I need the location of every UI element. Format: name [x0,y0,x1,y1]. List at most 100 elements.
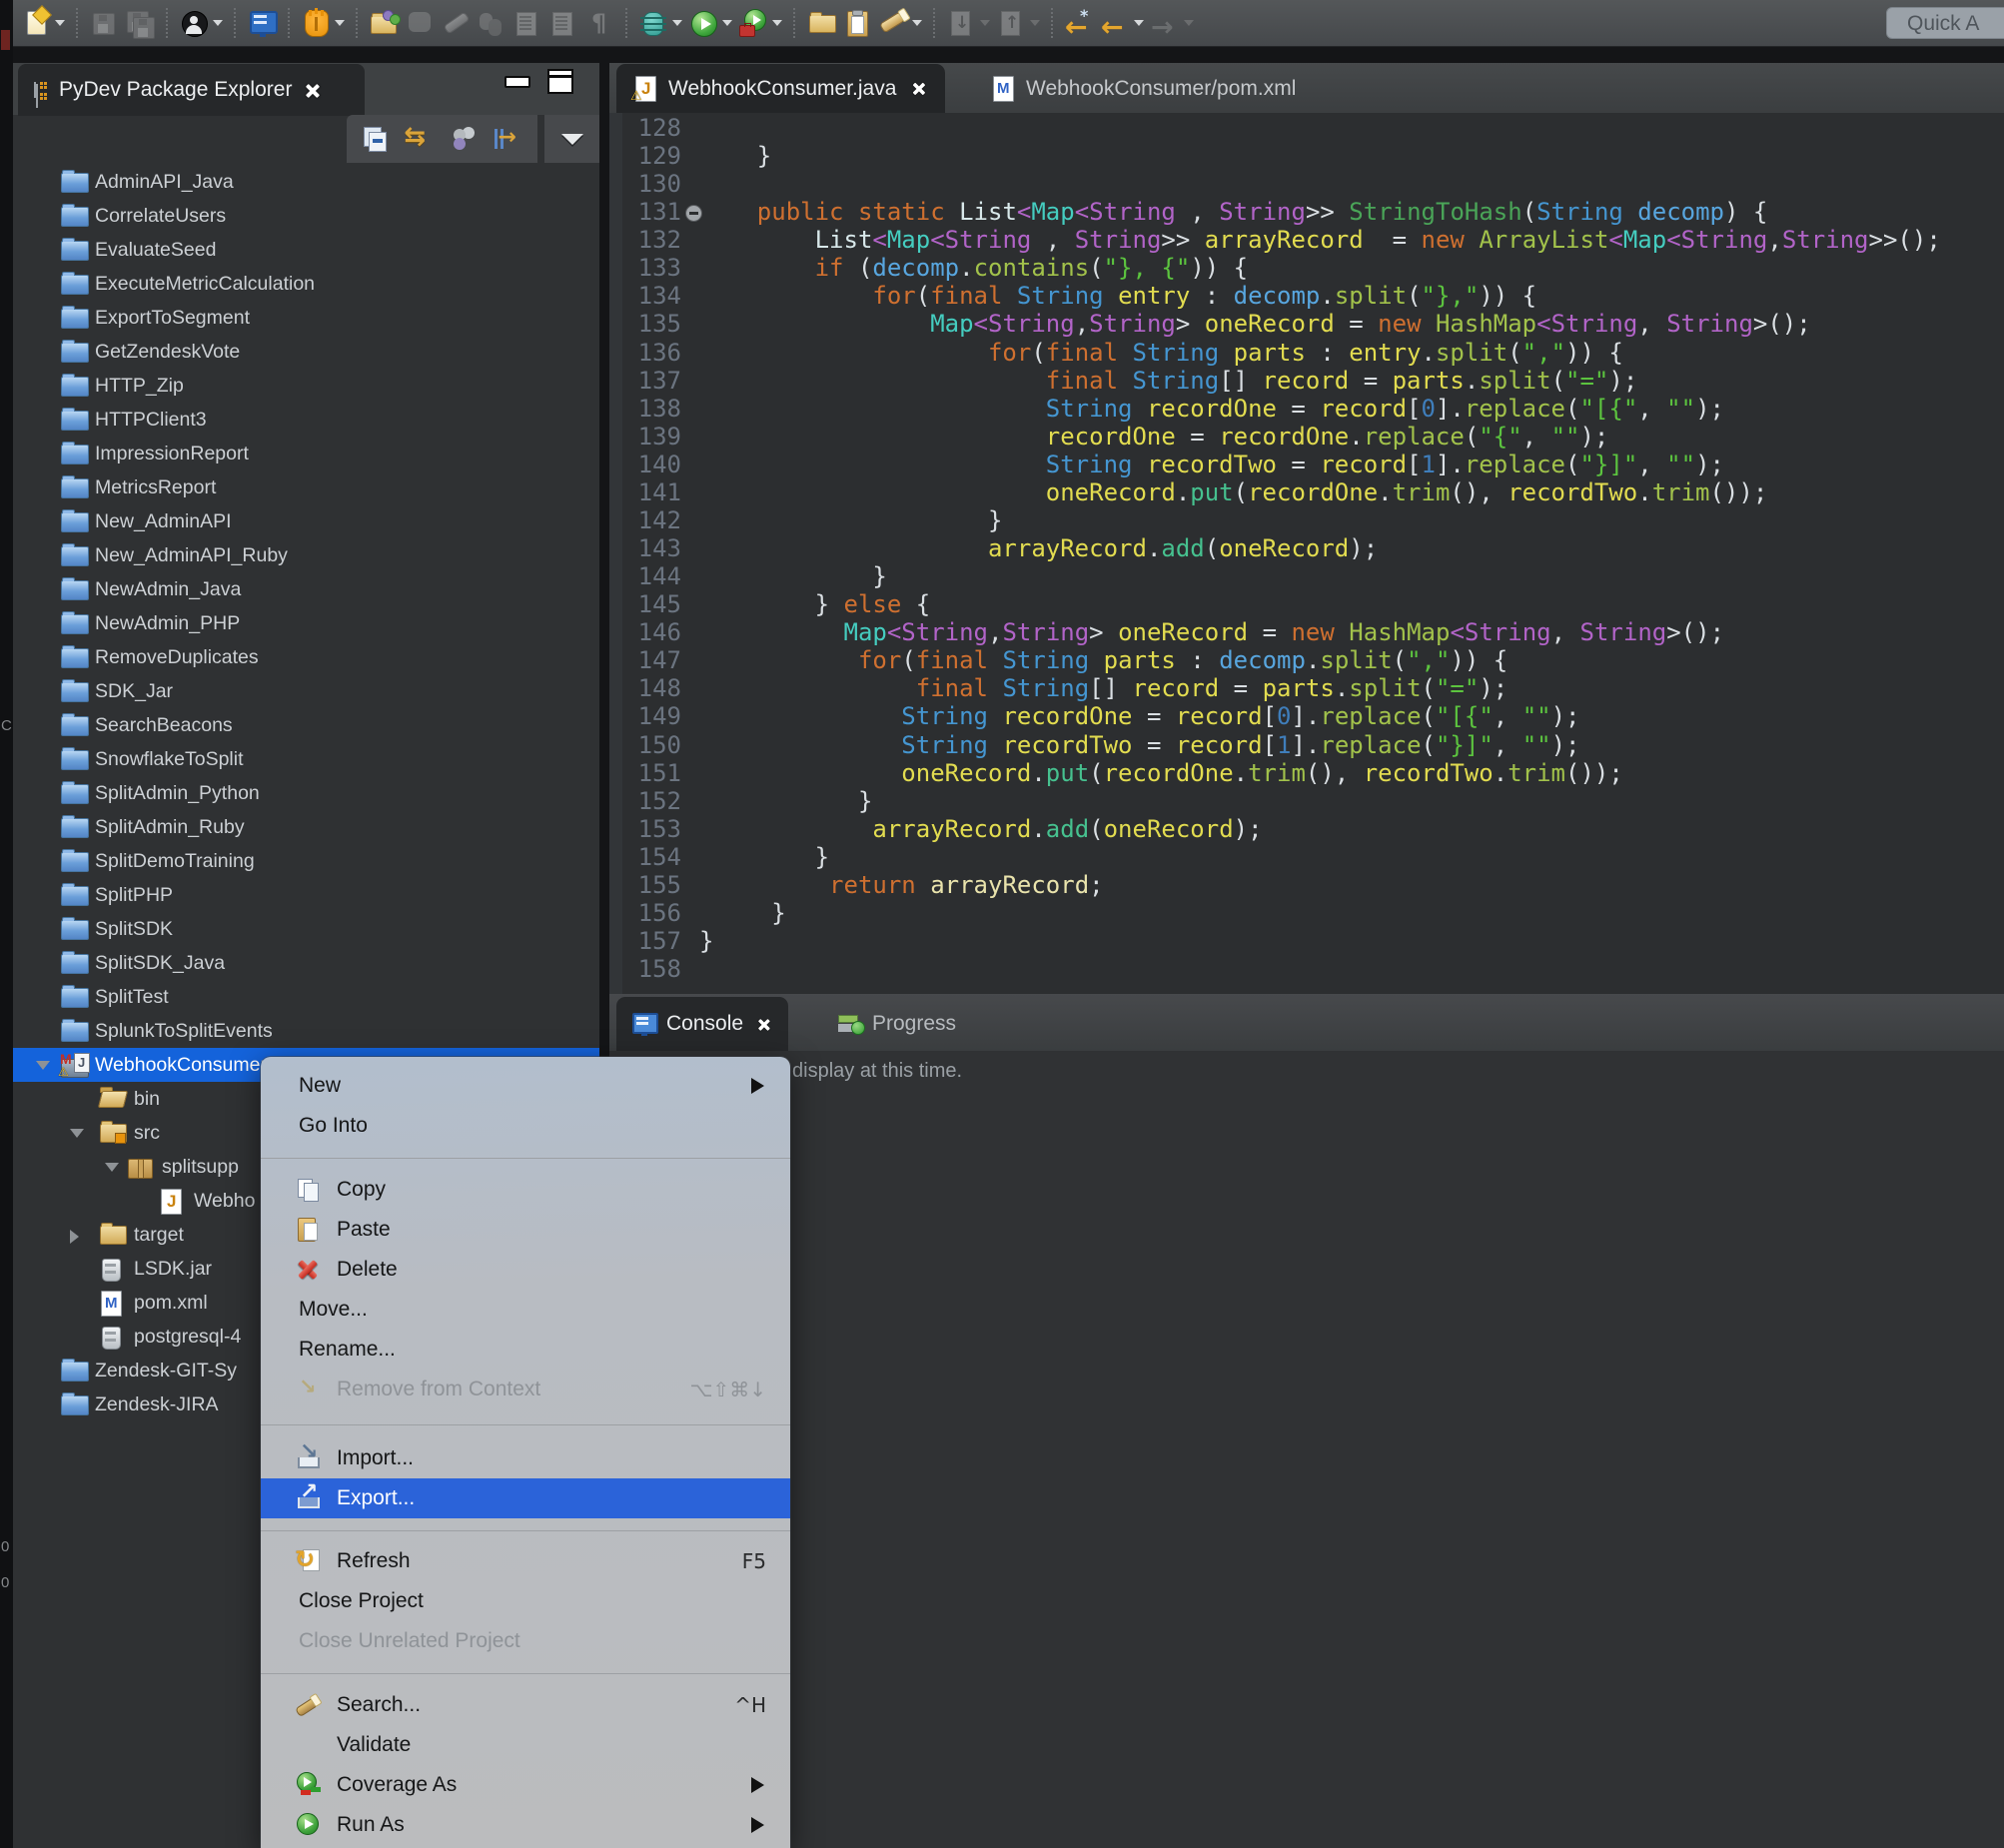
code-editor[interactable]: 128129 }130131 public static List<Map<St… [609,113,2004,994]
tab-package-explorer[interactable]: PyDev Package Explorer [18,64,365,116]
bug-pair-button [477,5,506,41]
tree-item-new-adminapi[interactable]: New_AdminAPI [13,504,599,538]
collapse-all-button[interactable] [360,123,392,155]
close-tab-icon[interactable] [911,81,926,96]
menu-item-delete[interactable]: Delete [261,1250,790,1290]
menu-item-new[interactable]: New [261,1066,790,1106]
tree-item-label: SplitAdmin_Python [95,776,260,810]
tree-item-removeduplicates[interactable]: RemoveDuplicates [13,640,599,674]
line-number: 143 [609,534,681,562]
user-profile-button[interactable] [179,5,223,41]
tree-item-httpclient3[interactable]: HTTPClient3 [13,403,599,437]
tree-item-splitadmin-python[interactable]: SplitAdmin_Python [13,776,599,810]
tree-item-new-adminapi-ruby[interactable]: New_AdminAPI_Ruby [13,538,599,572]
javafile-icon [160,1189,190,1214]
menu-item-validate[interactable]: Validate [261,1725,790,1765]
tree-item-splittest[interactable]: SplitTest [13,980,599,1014]
view-menu-button[interactable] [544,115,599,163]
debug-button[interactable] [638,5,682,41]
doc-list-icon [548,8,578,38]
project-icon [61,747,91,772]
dropdown-arrow-icon [672,20,682,26]
editor-tab-webhookconsumer-pom-xml[interactable]: WebhookConsumer/pom.xml [974,64,1314,113]
tree-item-http-zip[interactable]: HTTP_Zip [13,369,599,403]
tree-item-metricsreport[interactable]: MetricsReport [13,470,599,504]
external-tools-button[interactable] [738,5,782,41]
collapse-arrow-icon[interactable] [36,1061,50,1070]
console-tab-label: Console [666,1012,743,1036]
doc-list-button [548,5,578,41]
console-view-button[interactable] [247,5,277,41]
tree-item-newadmin-java[interactable]: NewAdmin_Java [13,572,599,606]
tree-item-adminapi-java[interactable]: AdminAPI_Java [13,165,599,199]
search-flashlight-button[interactable] [878,5,922,41]
menu-item-rename-[interactable]: Rename... [261,1330,790,1370]
open-run-folder-button[interactable] [369,5,399,41]
close-tab-icon[interactable] [756,1017,770,1031]
tree-item-label: GetZendeskVote [95,335,240,369]
tree-item-splitadmin-ruby[interactable]: SplitAdmin_Ruby [13,810,599,844]
menu-item-label: New [299,1066,341,1106]
collapse-arrow-icon[interactable] [105,1163,119,1172]
menu-separator [261,1146,790,1170]
new-wizard-button[interactable] [21,5,65,41]
back-icon: ← [1100,8,1130,38]
last-edit-location-button[interactable]: ←* [1064,5,1094,41]
menu-item-close-project[interactable]: Close Project [261,1581,790,1621]
editor-tab-webhookconsumer-java[interactable]: ⚠WebhookConsumer.java [616,64,945,113]
menu-item-paste[interactable]: Paste [261,1210,790,1250]
working-sets-button[interactable] [449,123,481,155]
menu-item-label: Go Into [299,1106,368,1146]
code-line: 134 for(final String entry : decomp.spli… [609,282,2004,310]
menu-item-move-[interactable]: Move... [261,1290,790,1330]
code-line: 158 [609,955,2004,983]
tree-item-evaluateseed[interactable]: EvaluateSeed [13,233,599,267]
line-number: 146 [609,618,681,646]
tree-item-snowflaketosplit[interactable]: SnowflakeToSplit [13,742,599,776]
back-button[interactable]: ← [1100,5,1144,41]
run-button[interactable] [688,5,732,41]
console-tab-progress[interactable]: Progress [822,997,972,1051]
tree-item-executemetriccalculation[interactable]: ExecuteMetricCalculation [13,267,599,301]
open-folder-button[interactable] [806,5,836,41]
tree-item-exporttosegment[interactable]: ExportToSegment [13,301,599,335]
project-icon [61,238,91,263]
menu-item-export-[interactable]: Export... [261,1478,790,1518]
tree-item-splitdemotraining[interactable]: SplitDemoTraining [13,844,599,878]
menu-item-run-as[interactable]: Run As [261,1805,790,1845]
line-number: 153 [609,815,681,843]
tree-item-newadmin-php[interactable]: NewAdmin_PHP [13,606,599,640]
tree-item-searchbeacons[interactable]: SearchBeacons [13,708,599,742]
menu-item-search-[interactable]: Search...^H [261,1685,790,1725]
tree-item-correlateusers[interactable]: CorrelateUsers [13,199,599,233]
quick-access-field[interactable]: Quick A [1886,7,2004,39]
tree-item-getzendeskvote[interactable]: GetZendeskVote [13,335,599,369]
collapse-arrow-icon[interactable] [70,1129,84,1138]
tree-item-splitsdk-java[interactable]: SplitSDK_Java [13,946,599,980]
maximize-view-button[interactable] [547,69,573,94]
code-text: Map<String,String> oneRecord = new HashM… [699,618,1724,646]
console-tab-console[interactable]: Console [616,997,788,1051]
tree-item-splitphp[interactable]: SplitPHP [13,878,599,912]
tree-item-label: Zendesk-JIRA [95,1387,219,1421]
menu-item-copy[interactable]: Copy [261,1170,790,1210]
tree-item-splitsdk[interactable]: SplitSDK [13,912,599,946]
menu-item-refresh[interactable]: RefreshF5 [261,1541,790,1581]
tree-item-splunktosplitevents[interactable]: SplunkToSplitEvents [13,1014,599,1048]
code-line: 132 List<Map<String , String>> arrayReco… [609,226,2004,254]
menu-item-go-into[interactable]: Go Into [261,1106,790,1146]
focus-active-task-button[interactable] [493,123,524,155]
minimize-view-button[interactable] [504,76,530,88]
menu-item-coverage-as[interactable]: Coverage As [261,1765,790,1805]
tree-item-sdk-jar[interactable]: SDK_Jar [13,674,599,708]
link-with-editor-button[interactable]: ⇆ [404,123,436,155]
clipboard-tool-button[interactable] [842,5,872,41]
menu-item-import-[interactable]: Import... [261,1438,790,1478]
tree-item-impressionreport[interactable]: ImpressionReport [13,437,599,470]
split-plugin-button[interactable] [301,5,345,41]
expand-arrow-icon[interactable] [70,1230,79,1244]
code-text: oneRecord.put(recordOne.trim(), recordTw… [699,759,1623,787]
tree-item-label: pom.xml [134,1286,208,1320]
menu-item-label: Remove from Context [337,1370,540,1409]
close-view-icon[interactable] [304,82,321,99]
